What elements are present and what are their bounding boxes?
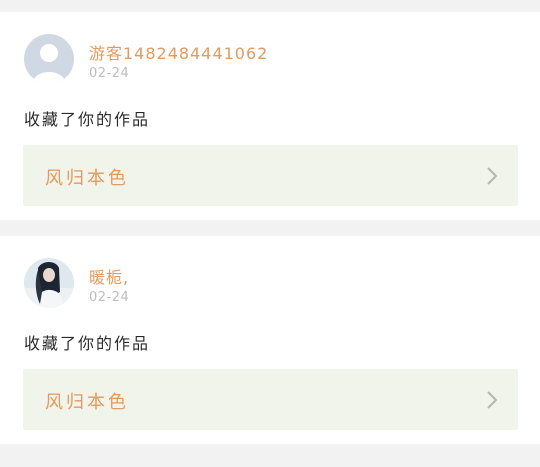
feed-item: 游客1482484441062 02-24 收藏了你的作品 风归本色	[0, 12, 540, 220]
username[interactable]: 游客1482484441062	[89, 40, 268, 64]
work-link[interactable]: 风归本色	[23, 369, 518, 430]
work-link[interactable]: 风归本色	[23, 145, 518, 206]
username[interactable]: 暖栀,	[89, 264, 129, 288]
activity-feed: 游客1482484441062 02-24 收藏了你的作品 风归本色 暖栀, 0…	[0, 0, 540, 467]
default-user-avatar-icon	[24, 34, 74, 84]
timestamp: 02-24	[89, 290, 130, 305]
avatar[interactable]	[24, 258, 74, 308]
timestamp: 02-24	[89, 66, 130, 81]
avatar[interactable]	[24, 34, 74, 84]
work-title: 风归本色	[45, 392, 129, 413]
activity-text: 收藏了你的作品	[24, 334, 151, 353]
work-title: 风归本色	[45, 168, 129, 189]
photo-avatar	[24, 258, 74, 308]
chevron-right-icon	[487, 391, 498, 409]
activity-text: 收藏了你的作品	[24, 110, 151, 129]
chevron-right-icon	[487, 167, 498, 185]
feed-item: 暖栀, 02-24 收藏了你的作品 风归本色	[0, 236, 540, 444]
